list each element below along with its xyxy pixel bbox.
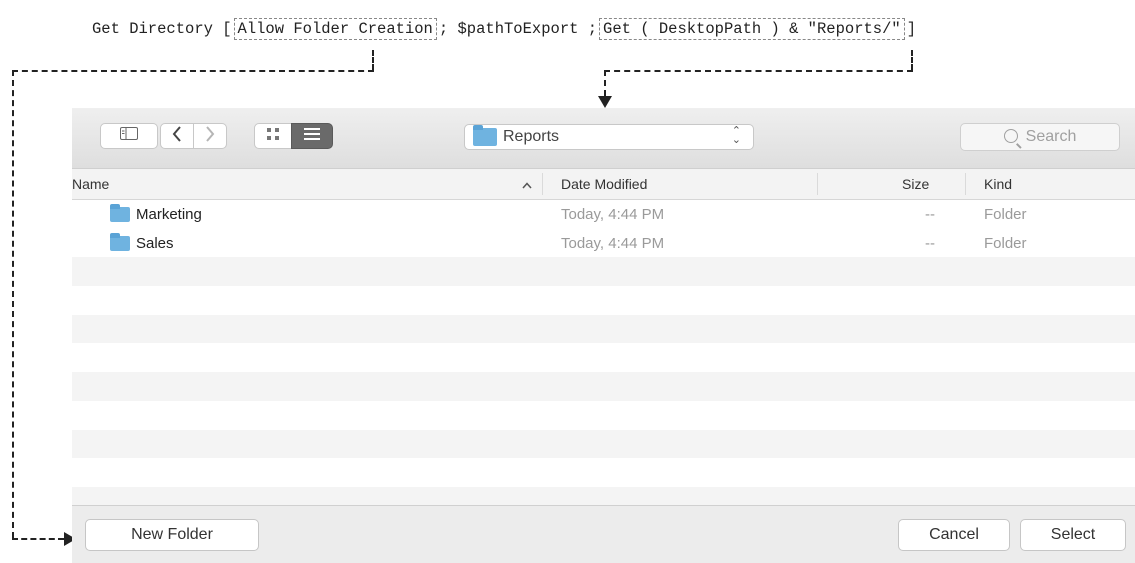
forward-button[interactable] <box>193 123 227 149</box>
script-separator: ; <box>438 20 449 38</box>
column-kind-header[interactable]: Kind <box>984 176 1012 192</box>
search-icon <box>1003 129 1018 143</box>
script-prefix: Get Directory [ <box>92 20 232 38</box>
chevron-left-icon <box>172 125 182 147</box>
search-placeholder: Search <box>1025 128 1077 145</box>
annotation-line-right-horizontal <box>604 70 913 72</box>
dialog-footer: New Folder Cancel Select <box>72 505 1135 563</box>
folder-icon <box>110 204 130 222</box>
empty-row <box>72 372 1135 401</box>
file-list: Marketing Today, 4:44 PM -- Folder Sales… <box>72 200 1135 516</box>
row-name-label: Marketing <box>136 206 202 223</box>
dialog-toolbar: Reports ⌃ ⌄ Search <box>72 108 1135 169</box>
list-view-icon <box>304 127 320 146</box>
list-item[interactable]: Marketing Today, 4:44 PM -- Folder <box>72 200 1135 229</box>
column-header: Name Date Modified Size Kind <box>72 169 1135 200</box>
empty-row <box>72 314 1135 344</box>
folder-icon <box>110 232 130 251</box>
script-step-line: Get Directory [Allow Folder Creation; $p… <box>92 16 916 42</box>
column-date-modified-header[interactable]: Date Modified <box>561 176 647 192</box>
script-variable: $pathToExport <box>457 20 579 38</box>
script-suffix: ] <box>906 20 917 38</box>
empty-row <box>72 344 1135 373</box>
annotation-line-right-vertical <box>604 70 606 96</box>
script-separator-2: ; <box>587 20 598 38</box>
row-name: Sales <box>110 232 174 252</box>
empty-row <box>72 257 1135 287</box>
icon-view-button[interactable] <box>254 123 292 149</box>
row-name-label: Sales <box>136 234 174 252</box>
row-kind: Folder <box>984 234 1027 252</box>
folder-icon <box>473 125 497 146</box>
row-size: -- <box>925 234 935 252</box>
select-button[interactable]: Select <box>1020 519 1126 551</box>
column-name-header[interactable]: Name <box>72 176 109 192</box>
list-item[interactable]: Sales Today, 4:44 PM -- Folder <box>72 229 1135 258</box>
list-view-button[interactable] <box>291 123 333 149</box>
location-label: Reports <box>503 128 560 145</box>
empty-row <box>72 429 1135 459</box>
sidebar-toggle-button[interactable] <box>100 123 158 149</box>
cancel-button[interactable]: Cancel <box>898 519 1010 551</box>
sidebar-toggle-icon <box>120 127 138 145</box>
chevron-right-icon <box>205 125 215 147</box>
option-allow-folder-creation: Allow Folder Creation <box>233 18 437 40</box>
column-separator[interactable] <box>542 173 543 195</box>
new-folder-button[interactable]: New Folder <box>85 519 259 551</box>
row-date: Today, 4:44 PM <box>561 234 665 252</box>
annotation-line-left-drop <box>372 50 374 70</box>
annotation-line-right-drop <box>911 50 913 70</box>
annotation-line-left-horizontal <box>12 70 374 72</box>
row-date: Today, 4:44 PM <box>561 206 665 223</box>
column-separator[interactable] <box>817 173 818 195</box>
back-button[interactable] <box>160 123 194 149</box>
sort-ascending-icon <box>522 180 532 192</box>
empty-row <box>72 458 1135 487</box>
annotation-arrow-down <box>598 96 612 108</box>
column-size-header[interactable]: Size <box>902 176 929 192</box>
column-separator[interactable] <box>965 173 966 195</box>
directory-dialog: Reports ⌃ ⌄ Search Name Date Modified Siz… <box>72 108 1135 563</box>
location-popup[interactable]: Reports ⌃ ⌄ <box>464 124 754 150</box>
annotation-line-left-vertical <box>12 70 14 538</box>
option-default-location: Get ( DesktopPath ) & "Reports/" <box>599 18 905 40</box>
annotation-line-bottom-horizontal <box>12 538 64 540</box>
icon-view-grid-icon <box>267 127 279 145</box>
row-size: -- <box>925 206 935 223</box>
search-field[interactable]: Search <box>960 123 1120 151</box>
row-kind: Folder <box>984 206 1027 223</box>
empty-row <box>72 401 1135 430</box>
up-down-arrows-icon: ⌃ ⌄ <box>731 125 741 146</box>
empty-row <box>72 286 1135 315</box>
row-name: Marketing <box>110 204 202 223</box>
